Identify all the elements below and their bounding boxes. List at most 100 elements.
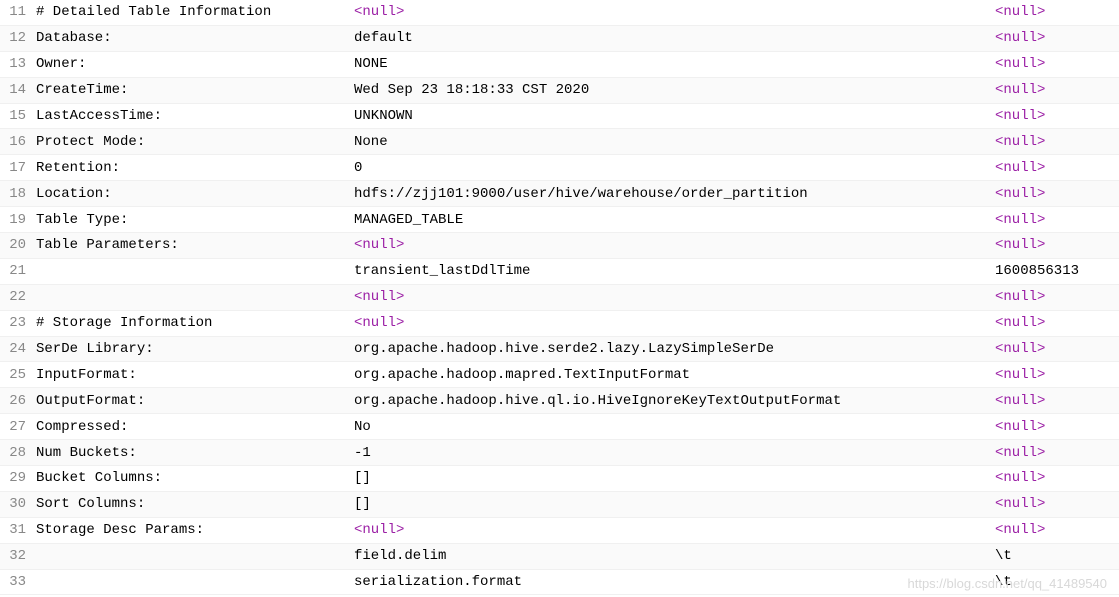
cell-key: InputFormat:	[32, 367, 350, 383]
cell-extra: <null>	[991, 160, 1119, 176]
line-number: 19	[0, 212, 32, 228]
table-row[interactable]: 18Location:hdfs://zjj101:9000/user/hive/…	[0, 181, 1119, 207]
table-row[interactable]: 33 serialization.format\t	[0, 570, 1119, 596]
cell-extra: <null>	[991, 445, 1119, 461]
cell-extra: <null>	[991, 108, 1119, 124]
table-row[interactable]: 27Compressed:No<null>	[0, 414, 1119, 440]
cell-value: -1	[350, 445, 991, 461]
cell-value: hdfs://zjj101:9000/user/hive/warehouse/o…	[350, 186, 991, 202]
table-row[interactable]: 17Retention:0<null>	[0, 155, 1119, 181]
cell-key: # Storage Information	[32, 315, 350, 331]
cell-value: 0	[350, 160, 991, 176]
cell-extra: \t	[991, 574, 1119, 590]
cell-value: <null>	[350, 315, 991, 331]
cell-value: []	[350, 470, 991, 486]
cell-value: []	[350, 496, 991, 512]
cell-key: Compressed:	[32, 419, 350, 435]
cell-key: SerDe Library:	[32, 341, 350, 357]
cell-extra: <null>	[991, 470, 1119, 486]
table-row[interactable]: 20Table Parameters:<null><null>	[0, 233, 1119, 259]
cell-key: Location:	[32, 186, 350, 202]
cell-key: Table Type:	[32, 212, 350, 228]
line-number: 27	[0, 419, 32, 435]
table-row[interactable]: 25InputFormat:org.apache.hadoop.mapred.T…	[0, 362, 1119, 388]
cell-value: org.apache.hadoop.hive.serde2.lazy.LazyS…	[350, 341, 991, 357]
cell-extra: <null>	[991, 522, 1119, 538]
cell-value: serialization.format	[350, 574, 991, 590]
line-number: 31	[0, 522, 32, 538]
cell-value: None	[350, 134, 991, 150]
cell-extra: <null>	[991, 289, 1119, 305]
table-row[interactable]: 19Table Type:MANAGED_TABLE<null>	[0, 207, 1119, 233]
line-number: 15	[0, 108, 32, 124]
table-row[interactable]: 12Database:default<null>	[0, 26, 1119, 52]
table-row[interactable]: 29Bucket Columns:[]<null>	[0, 466, 1119, 492]
cell-extra: <null>	[991, 419, 1119, 435]
cell-key: LastAccessTime:	[32, 108, 350, 124]
cell-value: <null>	[350, 4, 991, 20]
cell-extra: <null>	[991, 496, 1119, 512]
table-row[interactable]: 21transient_lastDdlTime1600856313	[0, 259, 1119, 285]
cell-extra: <null>	[991, 82, 1119, 98]
cell-extra: 1600856313	[991, 263, 1119, 279]
cell-extra: <null>	[991, 56, 1119, 72]
table-row[interactable]: 32field.delim\t	[0, 544, 1119, 570]
line-number: 29	[0, 470, 32, 486]
cell-extra: <null>	[991, 212, 1119, 228]
line-number: 23	[0, 315, 32, 331]
table-row[interactable]: 11# Detailed Table Information<null><nul…	[0, 0, 1119, 26]
line-number: 20	[0, 237, 32, 253]
cell-value: Wed Sep 23 18:18:33 CST 2020	[350, 82, 991, 98]
table-row[interactable]: 28Num Buckets:-1<null>	[0, 440, 1119, 466]
line-number: 12	[0, 30, 32, 46]
line-number: 21	[0, 263, 32, 279]
cell-value: NONE	[350, 56, 991, 72]
cell-extra: <null>	[991, 367, 1119, 383]
table-row[interactable]: 24SerDe Library:org.apache.hadoop.hive.s…	[0, 337, 1119, 363]
cell-key: Storage Desc Params:	[32, 522, 350, 538]
line-number: 18	[0, 186, 32, 202]
cell-value: No	[350, 419, 991, 435]
line-number: 14	[0, 82, 32, 98]
table-row[interactable]: 31Storage Desc Params:<null><null>	[0, 518, 1119, 544]
line-number: 25	[0, 367, 32, 383]
line-number: 17	[0, 160, 32, 176]
cell-key: OutputFormat:	[32, 393, 350, 409]
table-row[interactable]: 14CreateTime:Wed Sep 23 18:18:33 CST 202…	[0, 78, 1119, 104]
cell-key: # Detailed Table Information	[32, 4, 350, 20]
cell-value: <null>	[350, 237, 991, 253]
line-number: 16	[0, 134, 32, 150]
table-row[interactable]: 13Owner:NONE<null>	[0, 52, 1119, 78]
line-number: 22	[0, 289, 32, 305]
cell-value: org.apache.hadoop.mapred.TextInputFormat	[350, 367, 991, 383]
table-row[interactable]: 16Protect Mode:None<null>	[0, 129, 1119, 155]
cell-key: Num Buckets:	[32, 445, 350, 461]
cell-key: CreateTime:	[32, 82, 350, 98]
cell-value: <null>	[350, 522, 991, 538]
table-row[interactable]: 15LastAccessTime:UNKNOWN<null>	[0, 104, 1119, 130]
line-number: 24	[0, 341, 32, 357]
cell-extra: <null>	[991, 341, 1119, 357]
cell-extra: <null>	[991, 134, 1119, 150]
cell-value: UNKNOWN	[350, 108, 991, 124]
cell-extra: <null>	[991, 186, 1119, 202]
cell-key: Bucket Columns:	[32, 470, 350, 486]
cell-extra: <null>	[991, 4, 1119, 20]
cell-key: Database:	[32, 30, 350, 46]
cell-value: field.delim	[350, 548, 991, 564]
cell-extra: <null>	[991, 30, 1119, 46]
cell-extra: <null>	[991, 393, 1119, 409]
table-row[interactable]: 22 <null><null>	[0, 285, 1119, 311]
line-number: 30	[0, 496, 32, 512]
cell-key: Sort Columns:	[32, 496, 350, 512]
table-row[interactable]: 30Sort Columns:[]<null>	[0, 492, 1119, 518]
line-number: 26	[0, 393, 32, 409]
line-number: 33	[0, 574, 32, 590]
table-row[interactable]: 26OutputFormat:org.apache.hadoop.hive.ql…	[0, 388, 1119, 414]
line-number: 13	[0, 56, 32, 72]
result-table: 11# Detailed Table Information<null><nul…	[0, 0, 1119, 595]
cell-extra: <null>	[991, 315, 1119, 331]
table-row[interactable]: 23# Storage Information<null><null>	[0, 311, 1119, 337]
cell-value: <null>	[350, 289, 991, 305]
cell-key: Protect Mode:	[32, 134, 350, 150]
